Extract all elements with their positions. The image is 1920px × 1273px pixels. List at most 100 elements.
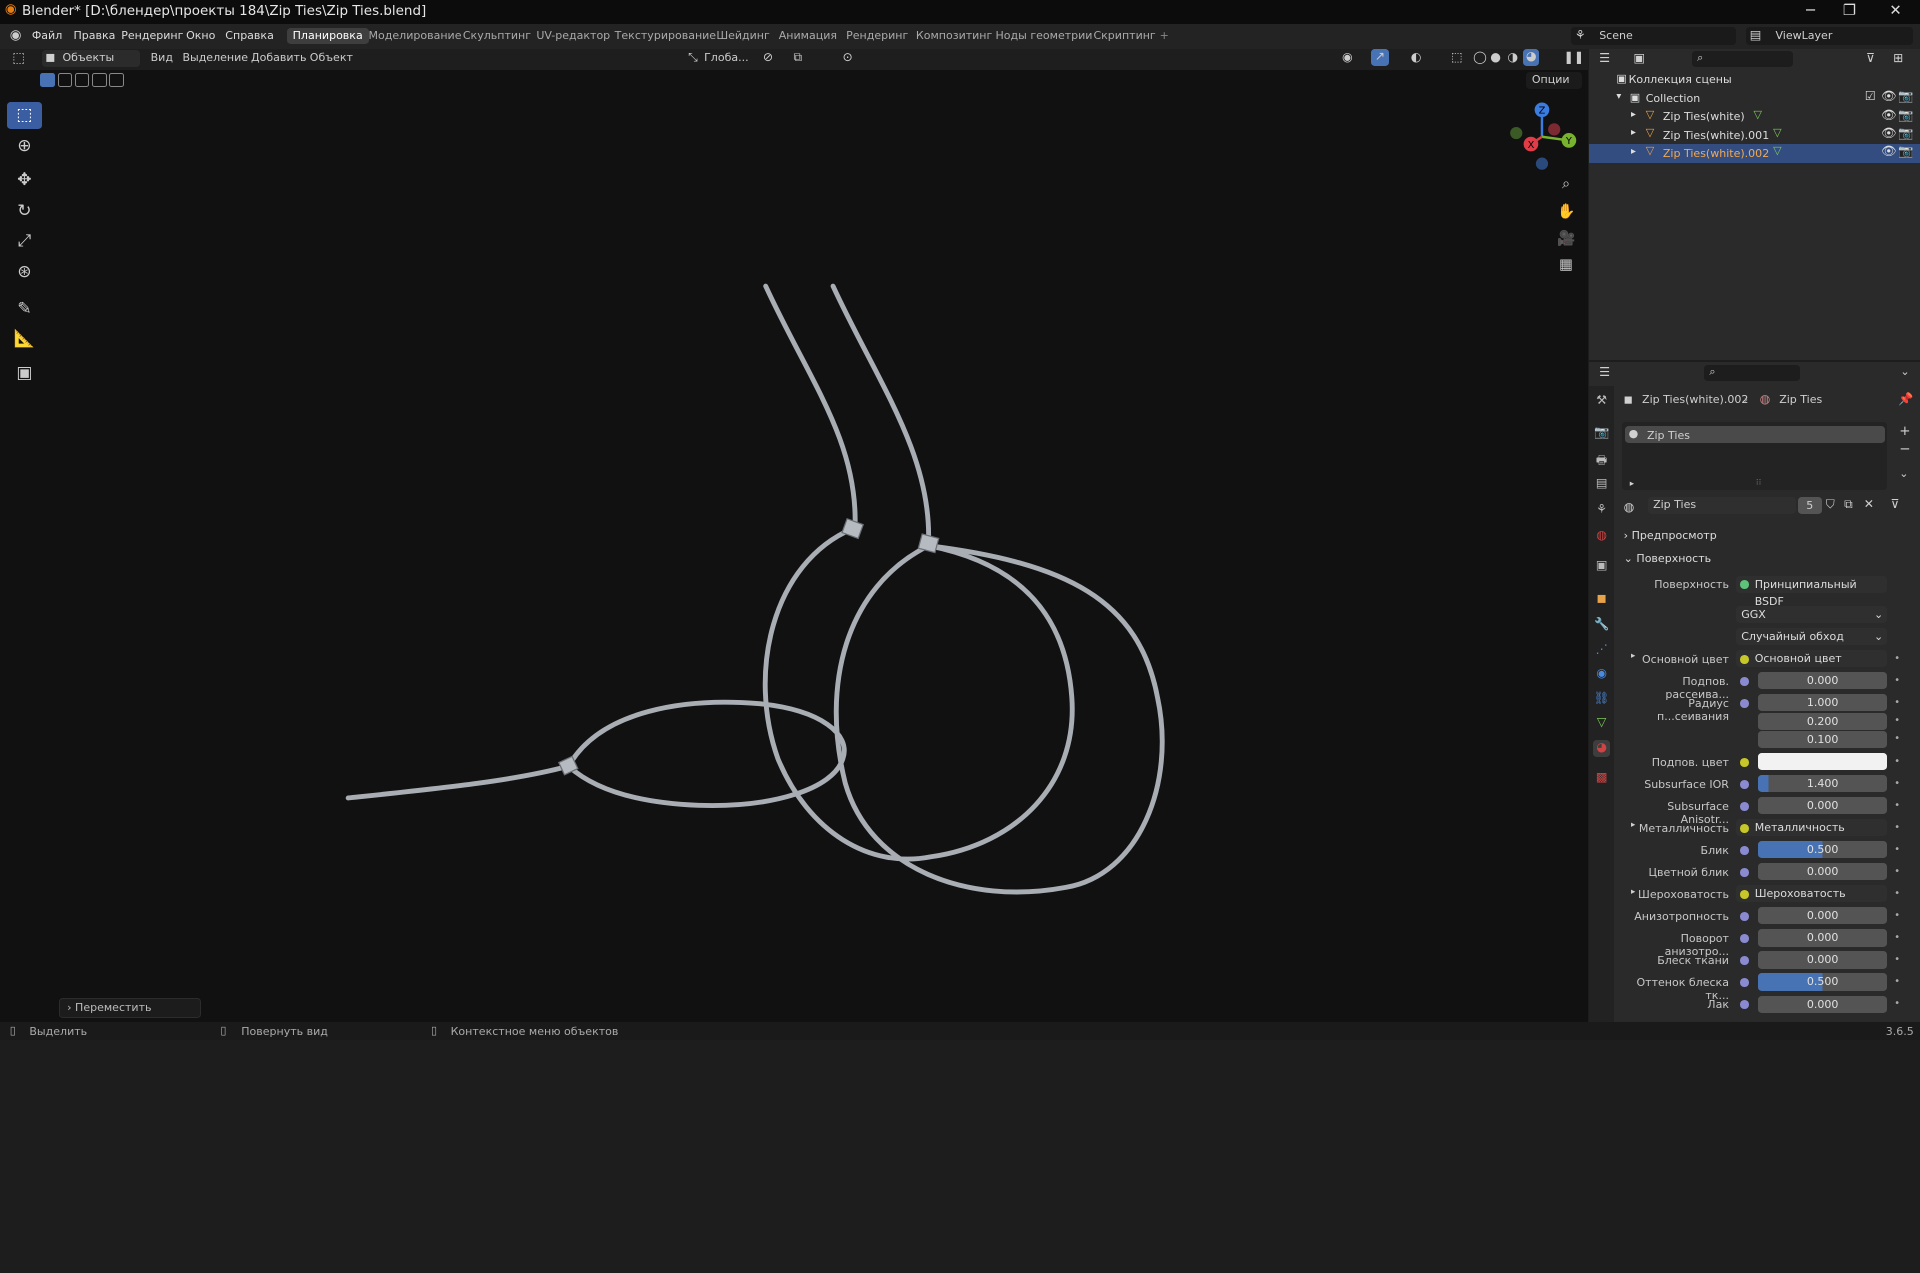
eye-icon[interactable]: 👁: [1881, 89, 1897, 103]
surface-panel-header[interactable]: ⌄ Поверхность: [1624, 552, 1711, 565]
move-tool-icon[interactable]: ✥: [7, 167, 41, 194]
zoom-icon[interactable]: ⌕: [1555, 175, 1577, 197]
properties-editor-icon[interactable]: ☰: [1599, 365, 1610, 379]
add-cube-tool-icon[interactable]: ▣: [7, 360, 41, 387]
expand-right-icon[interactable]: ▸: [1631, 127, 1636, 138]
scene-tab-icon[interactable]: ⚘: [1593, 502, 1610, 519]
transform-tool-icon[interactable]: ⊛: [7, 258, 41, 285]
tool-tab-icon[interactable]: ⚒: [1593, 393, 1610, 410]
select-invert-icon[interactable]: [91, 73, 107, 87]
number-field[interactable]: 0.200: [1758, 712, 1887, 730]
menu-file[interactable]: Файл: [32, 29, 62, 42]
outliner-scene-collection[interactable]: ▣ Коллекция сцены: [1589, 71, 1920, 89]
cursor-tool-icon[interactable]: ⊕: [7, 132, 41, 159]
property-link-field[interactable]: Шероховатость: [1736, 885, 1887, 903]
keyframe-dot-icon[interactable]: •: [1894, 715, 1900, 726]
number-field[interactable]: 0.000: [1758, 672, 1887, 690]
slot-menu-chevron-icon[interactable]: ⌄: [1899, 467, 1908, 480]
keyframe-dot-icon[interactable]: •: [1894, 653, 1900, 664]
subsurface-method-dropdown[interactable]: Случайный обход ⌄: [1736, 628, 1887, 646]
keyframe-dot-icon[interactable]: •: [1894, 756, 1900, 767]
mesh-data-icon[interactable]: ▽: [1773, 126, 1781, 139]
keyframe-dot-icon[interactable]: •: [1894, 998, 1900, 1009]
menu-help[interactable]: Справка: [225, 29, 274, 42]
material-tab-icon[interactable]: ◕: [1593, 739, 1611, 757]
keyframe-dot-icon[interactable]: •: [1894, 932, 1900, 943]
menu-window[interactable]: Окно: [186, 29, 215, 42]
tab-texture-paint[interactable]: Текстурирование: [609, 28, 723, 43]
tab-uv-editing[interactable]: UV-редактор: [530, 28, 616, 43]
rendered-shading-icon[interactable]: ◕: [1523, 48, 1540, 67]
material-shading-icon[interactable]: ◑: [1507, 50, 1518, 64]
properties-search-input[interactable]: ⌕: [1704, 364, 1800, 381]
filter-icon[interactable]: ⊽: [1866, 51, 1875, 65]
output-tab-icon[interactable]: 🖶: [1593, 451, 1610, 468]
maximize-button[interactable]: ❐: [1843, 2, 1856, 19]
number-field[interactable]: 0.000: [1758, 797, 1887, 815]
data-tab-icon[interactable]: ▽: [1593, 715, 1610, 732]
gizmo-toggle-icon[interactable]: ↗: [1371, 48, 1389, 67]
gizmo-neg-x-axis[interactable]: [1547, 123, 1560, 136]
keyframe-dot-icon[interactable]: •: [1894, 697, 1900, 708]
camera-icon[interactable]: 📷: [1898, 144, 1913, 158]
select-extend-icon[interactable]: [57, 73, 73, 87]
number-field[interactable]: 0.000: [1758, 907, 1887, 925]
blender-menu-icon[interactable]: ◉: [10, 28, 22, 43]
material-users-count[interactable]: 5: [1797, 497, 1823, 515]
mesh-data-icon[interactable]: ▽: [1773, 144, 1781, 157]
menu-view[interactable]: Вид: [151, 51, 173, 64]
outliner-editor-icon[interactable]: ☰: [1599, 51, 1610, 65]
keyframe-dot-icon[interactable]: •: [1894, 866, 1900, 877]
camera-view-icon[interactable]: 🎥: [1555, 229, 1577, 251]
preview-panel-header[interactable]: › Предпросмотр: [1624, 529, 1717, 542]
keyframe-dot-icon[interactable]: •: [1894, 976, 1900, 987]
solid-shading-icon[interactable]: ●: [1490, 50, 1501, 64]
number-field[interactable]: 0.500: [1758, 973, 1887, 991]
property-link-field[interactable]: Основной цвет: [1736, 650, 1887, 668]
select-intersect-icon[interactable]: [108, 73, 124, 87]
number-field[interactable]: 1.000: [1758, 694, 1887, 712]
number-field[interactable]: 1.400: [1758, 775, 1887, 793]
unlink-material-icon[interactable]: ✕: [1864, 497, 1874, 511]
tab-layout[interactable]: Планировка: [286, 28, 369, 44]
collection-tab-icon[interactable]: ▣: [1593, 558, 1610, 575]
outliner-object-row[interactable]: ▸ ▽ Zip Ties(white).001 ▽ 👁 📷: [1589, 126, 1920, 144]
eye-icon[interactable]: 👁: [1881, 126, 1897, 140]
number-field[interactable]: 0.000: [1758, 863, 1887, 881]
keyframe-dot-icon[interactable]: •: [1894, 675, 1900, 686]
material-slot-item[interactable]: ● Zip Ties: [1624, 426, 1885, 444]
keyframe-dot-icon[interactable]: •: [1894, 778, 1900, 789]
particles-tab-icon[interactable]: ⋰: [1593, 642, 1610, 659]
editor-type-icon[interactable]: ⬚: [12, 51, 25, 66]
keyframe-dot-icon[interactable]: •: [1894, 954, 1900, 965]
number-field[interactable]: 0.000: [1758, 929, 1887, 947]
link-type-icon[interactable]: ⊽: [1891, 497, 1900, 511]
tab-rendering[interactable]: Рендеринг: [840, 28, 914, 43]
expand-right-icon[interactable]: ▸: [1631, 651, 1635, 661]
number-field[interactable]: 0.000: [1758, 995, 1887, 1013]
view-layer-selector[interactable]: ▤ ViewLayer: [1746, 26, 1913, 46]
rotate-tool-icon[interactable]: ↻: [7, 197, 41, 224]
texture-tab-icon[interactable]: ▩: [1593, 770, 1610, 787]
menu-render[interactable]: Рендеринг: [121, 29, 183, 42]
wireframe-shading-icon[interactable]: ◯: [1473, 50, 1487, 64]
proportional-edit-icon[interactable]: ⊙: [842, 50, 852, 64]
keyframe-dot-icon[interactable]: •: [1894, 910, 1900, 921]
remove-slot-icon[interactable]: −: [1899, 442, 1910, 457]
navigation-gizmo[interactable]: Z Y X: [1504, 100, 1580, 173]
physics-tab-icon[interactable]: ◉: [1593, 666, 1610, 683]
menu-object[interactable]: Объект: [310, 51, 353, 64]
number-field[interactable]: 0.100: [1758, 731, 1887, 749]
modifier-tab-icon[interactable]: 🔧: [1593, 617, 1610, 634]
keyframe-dot-icon[interactable]: •: [1894, 800, 1900, 811]
camera-icon[interactable]: 📷: [1898, 89, 1913, 103]
object-tab-icon[interactable]: ◼: [1593, 591, 1610, 608]
eye-icon[interactable]: 👁: [1881, 144, 1897, 158]
last-operator-panel[interactable]: › Переместить: [58, 997, 201, 1018]
pause-render-icon[interactable]: ❚❚: [1564, 50, 1585, 64]
minimize-button[interactable]: ─: [1806, 2, 1815, 19]
outliner-collection[interactable]: ▾ ▣ Collection ☑ 👁 📷: [1589, 89, 1920, 107]
keyframe-dot-icon[interactable]: •: [1894, 844, 1900, 855]
expand-down-icon[interactable]: ▾: [1616, 91, 1621, 102]
expand-right-icon[interactable]: ▸: [1631, 146, 1636, 157]
